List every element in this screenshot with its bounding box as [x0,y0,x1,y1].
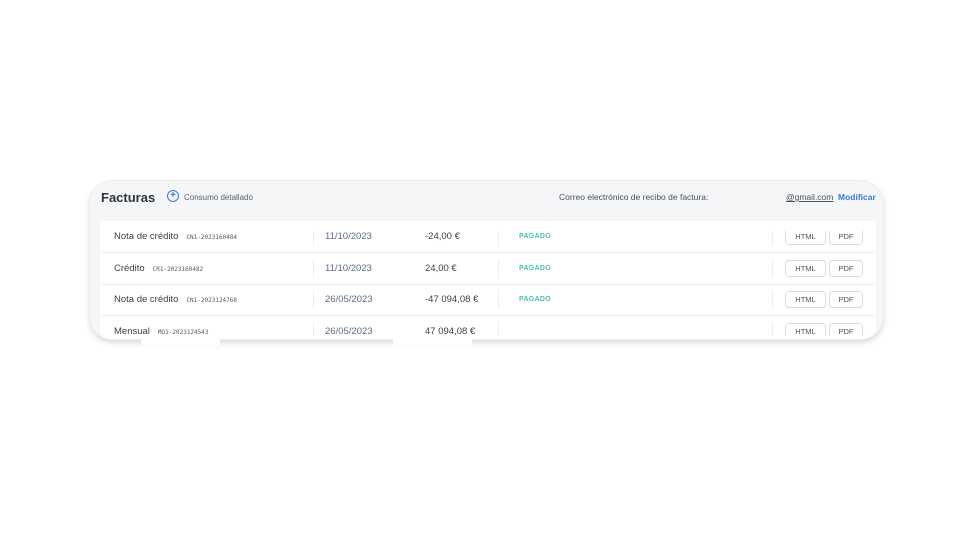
table-row: Crédito CR1-2023160482 11/10/2023 24,00 … [100,253,876,285]
table-row: Nota de crédito CN1-2023124768 26/05/202… [100,284,876,316]
invoice-email-label: Correo electrónico de recibo de factura: [559,192,709,202]
invoice-date: 11/10/2023 [325,231,372,242]
download-html-button[interactable]: HTML [785,260,826,277]
download-pdf-button[interactable]: PDF [829,260,863,277]
invoice-type: Crédito [114,263,145,274]
download-pdf-button[interactable]: PDF [829,231,863,245]
invoice-date: 26/05/2023 [325,326,373,337]
download-html-button[interactable]: HTML [785,323,826,336]
column-divider [313,231,314,246]
column-divider [498,290,499,309]
column-divider [772,231,773,246]
invoices-card: Facturas + Consumo detallado Correo elec… [89,180,884,340]
invoice-amount: -24,00 € [425,231,460,242]
detailed-consumption-label: Consumo detallado [184,192,253,202]
status-badge: PAGADO [519,296,552,303]
invoice-number: MO1-2023124543 [157,329,209,336]
page-title: Facturas [101,190,156,205]
invoice-type: Nota de crédito [114,294,179,305]
status-badge: PAGADO [519,233,552,240]
table-row: Nota de crédito CN1-2023160484 11/10/202… [100,231,876,253]
column-divider [498,259,499,278]
download-pdf-button[interactable]: PDF [829,323,863,336]
invoice-email-value[interactable]: @gmail.com [786,192,833,202]
column-divider [772,259,773,278]
invoice-amount: 47 094,08 € [425,326,476,337]
overlay-mask [141,339,220,345]
column-divider [772,290,773,309]
overlay-mask [393,339,472,345]
column-divider [313,322,314,336]
invoice-amount: -47 094,08 € [425,294,479,305]
table-row: Mensual MO1-2023124543 26/05/2023 47 094… [100,316,876,337]
column-divider [313,259,314,278]
download-html-button[interactable]: HTML [785,291,826,308]
detailed-consumption-link[interactable]: + Consumo detallado [167,190,253,202]
status-badge: PAGADO [519,265,552,272]
invoice-number: CR1-2023160482 [152,266,204,273]
download-html-button[interactable]: HTML [785,231,826,245]
invoice-number: CN1-2023124768 [186,297,238,304]
column-divider [313,290,314,309]
column-divider [498,322,499,336]
download-pdf-button[interactable]: PDF [829,291,863,308]
invoice-type: Nota de crédito [114,231,179,242]
column-divider [772,322,773,336]
invoice-date: 26/05/2023 [325,294,373,305]
invoice-amount: 24,00 € [425,263,457,274]
invoices-header: Facturas + Consumo detallado Correo elec… [90,181,883,217]
column-divider [498,231,499,246]
modify-email-button[interactable]: Modificar [838,192,876,202]
invoice-type: Mensual [114,326,150,337]
plus-circle-icon: + [167,190,179,202]
invoice-date: 11/10/2023 [325,263,372,274]
invoice-number: CN1-2023160484 [186,234,238,241]
invoices-table: Nota de crédito CN1-2023160484 11/10/202… [100,221,876,339]
